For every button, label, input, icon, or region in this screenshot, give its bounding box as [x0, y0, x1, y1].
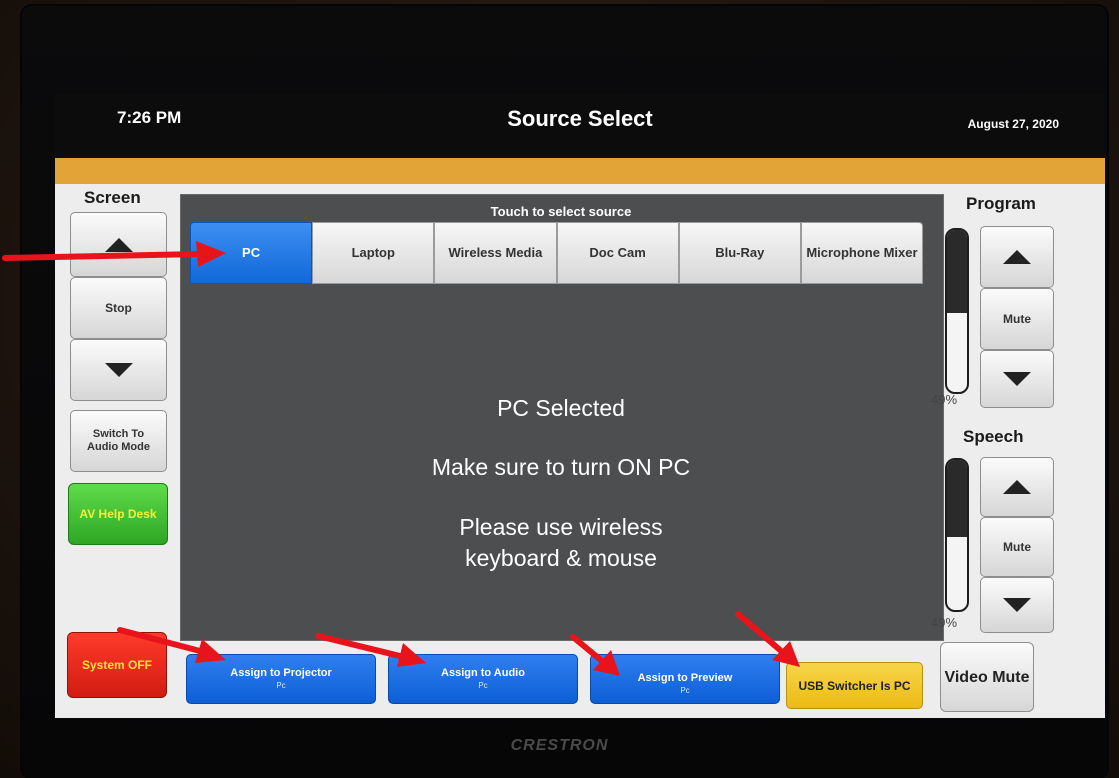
- program-volume-up-button[interactable]: [980, 226, 1054, 288]
- speech-volume-down-button[interactable]: [980, 577, 1054, 633]
- program-meter-fill: [947, 230, 967, 313]
- assign-preview-button[interactable]: Assign to Preview Pc: [590, 654, 780, 704]
- tab-laptop[interactable]: Laptop: [312, 222, 435, 284]
- assign-projector-source: Pc: [276, 681, 286, 690]
- video-mute-button[interactable]: Video Mute: [940, 642, 1034, 712]
- down-arrow-icon: [1003, 598, 1031, 612]
- header-bar: 7:26 PM Source Select August 27, 2020: [55, 93, 1105, 158]
- assign-audio-label: Assign to Audio: [441, 667, 525, 679]
- usb-switcher-button[interactable]: USB Switcher Is PC: [786, 662, 923, 709]
- assign-preview-label: Assign to Preview: [637, 672, 733, 684]
- up-arrow-icon: [1003, 250, 1031, 264]
- speech-label: Speech: [963, 427, 1024, 446]
- source-prompt: Touch to select source: [490, 204, 632, 219]
- assign-projector-button[interactable]: Assign to Projector Pc: [186, 654, 376, 704]
- keyboard-instruction-line2: keyboard & mouse: [465, 545, 657, 571]
- switch-audio-mode-button[interactable]: Switch To Audio Mode: [70, 410, 167, 472]
- date-display: August 27, 2020: [967, 117, 1059, 131]
- down-arrow-icon: [104, 363, 133, 377]
- assign-audio-button[interactable]: Assign to Audio Pc: [388, 654, 578, 704]
- screen-up-button[interactable]: [70, 212, 167, 277]
- speech-meter-fill: [947, 460, 967, 537]
- program-level-text: 49%: [931, 392, 958, 407]
- program-volume-down-button[interactable]: [980, 350, 1054, 408]
- tab-microphone-mixer[interactable]: Microphone Mixer: [800, 222, 924, 284]
- av-help-desk-button[interactable]: AV Help Desk: [68, 483, 168, 545]
- screen-stop-button[interactable]: Stop: [70, 277, 167, 339]
- assign-projector-label: Assign to Projector: [230, 667, 332, 679]
- tab-doc-cam[interactable]: Doc Cam: [556, 222, 679, 284]
- page-title: Source Select: [507, 106, 653, 131]
- screen-label: Screen: [84, 188, 141, 207]
- selected-source-message: PC Selected: [497, 395, 625, 421]
- speech-level-text: 49%: [931, 615, 958, 630]
- crestron-logo: CRESTRON: [510, 737, 609, 754]
- source-tabs: PC Laptop Wireless Media Doc Cam Blu-Ray…: [190, 222, 924, 284]
- speech-level-meter[interactable]: [945, 458, 969, 612]
- speech-volume-up-button[interactable]: [980, 457, 1054, 517]
- assign-preview-source: Pc: [680, 686, 690, 695]
- up-arrow-icon: [1003, 480, 1031, 494]
- keyboard-instruction-line1: Please use wireless: [459, 514, 663, 540]
- speech-mute-button[interactable]: Mute: [980, 517, 1054, 577]
- power-on-instruction: Make sure to turn ON PC: [431, 454, 691, 480]
- screen-down-button[interactable]: [70, 339, 167, 401]
- tab-wireless-media[interactable]: Wireless Media: [434, 222, 557, 284]
- assign-audio-source: Pc: [478, 681, 488, 690]
- system-off-button[interactable]: System OFF: [67, 632, 167, 698]
- program-level-meter[interactable]: [945, 228, 969, 394]
- down-arrow-icon: [1003, 372, 1031, 386]
- accent-stripe: [55, 158, 1105, 184]
- tab-pc[interactable]: PC: [190, 222, 313, 284]
- tab-blu-ray[interactable]: Blu-Ray: [678, 222, 801, 284]
- up-arrow-icon: [104, 237, 133, 252]
- program-mute-button[interactable]: Mute: [980, 288, 1054, 350]
- program-label: Program: [966, 194, 1036, 213]
